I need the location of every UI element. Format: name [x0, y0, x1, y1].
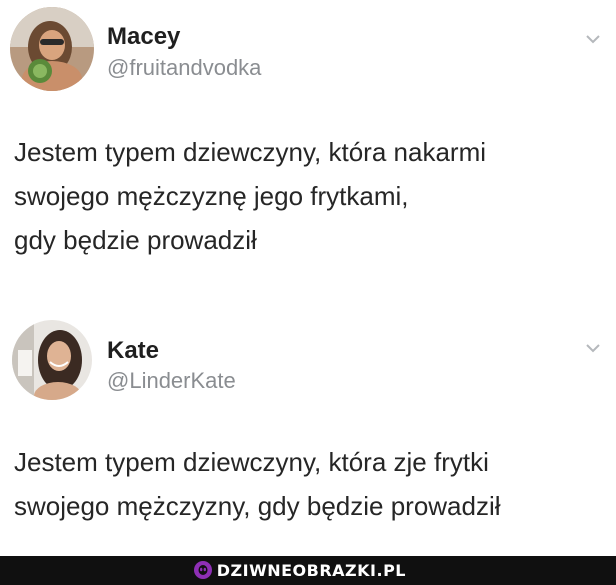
- user-handle[interactable]: @LinderKate: [107, 368, 236, 394]
- tweet-text-line: gdy będzie prowadził: [14, 225, 257, 255]
- tweet-text: Jestem typem dziewczyny, która nakarmi s…: [14, 130, 606, 262]
- avatar[interactable]: [10, 7, 94, 91]
- watermark[interactable]: DZIWNEOBRAZKI.PL: [193, 560, 406, 580]
- avatar-photo-icon: [10, 7, 94, 91]
- tweet-card-1: Macey @fruitandvodka Jestem typem dziewc…: [0, 0, 616, 292]
- avatar-photo-icon: [12, 320, 92, 400]
- tweet-text-line: swojego mężczyzny, gdy będzie prowadził: [14, 491, 501, 521]
- avatar[interactable]: [12, 320, 92, 400]
- display-name[interactable]: Kate: [107, 337, 159, 365]
- tweet-text-line: swojego mężczyznę jego frytkami,: [14, 181, 409, 211]
- user-handle[interactable]: @fruitandvodka: [107, 55, 261, 81]
- tweet-card-2: Kate @LinderKate Jestem typem dziewczyny…: [0, 300, 616, 550]
- watermark-text: DZIWNEOBRAZKI.PL: [216, 560, 406, 580]
- alien-face-icon: [193, 561, 212, 579]
- tweet-text-line: Jestem typem dziewczyny, która nakarmi: [14, 137, 486, 167]
- watermark-bar: DZIWNEOBRAZKI.PL: [0, 556, 616, 585]
- tweet-text: Jestem typem dziewczyny, która zje frytk…: [14, 440, 606, 528]
- chevron-down-icon[interactable]: [584, 33, 602, 45]
- chevron-down-icon[interactable]: [584, 342, 602, 354]
- display-name[interactable]: Macey: [107, 23, 180, 51]
- tweet-text-line: Jestem typem dziewczyny, która zje frytk…: [14, 447, 489, 477]
